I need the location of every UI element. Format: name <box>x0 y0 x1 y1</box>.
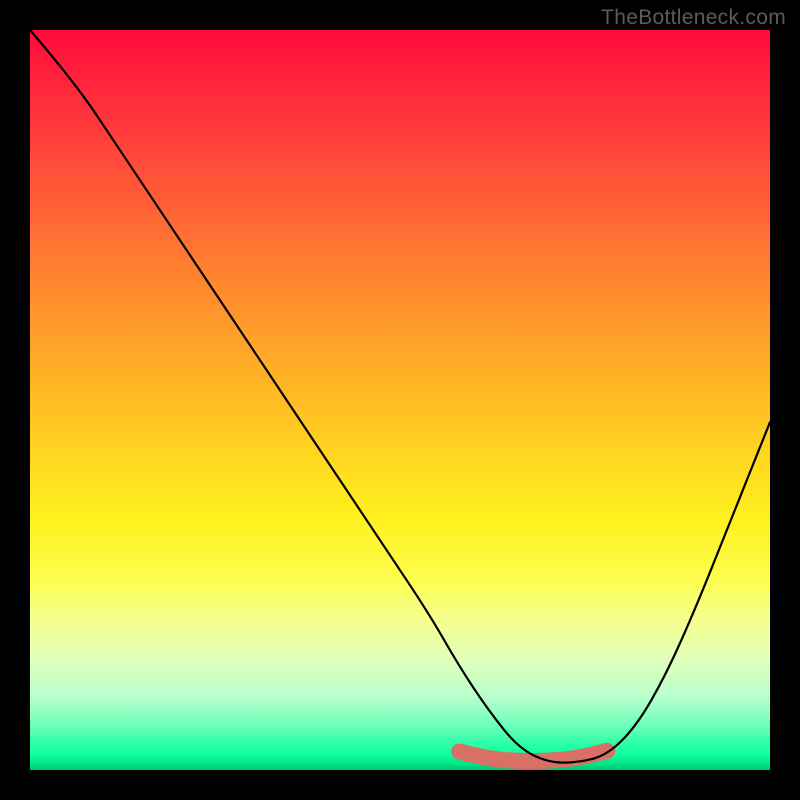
watermark-text: TheBottleneck.com <box>601 6 786 30</box>
chart-plot-area <box>30 30 770 770</box>
chart-frame: TheBottleneck.com <box>0 0 800 800</box>
bottleneck-curve-line <box>30 30 770 763</box>
chart-svg <box>30 30 770 770</box>
